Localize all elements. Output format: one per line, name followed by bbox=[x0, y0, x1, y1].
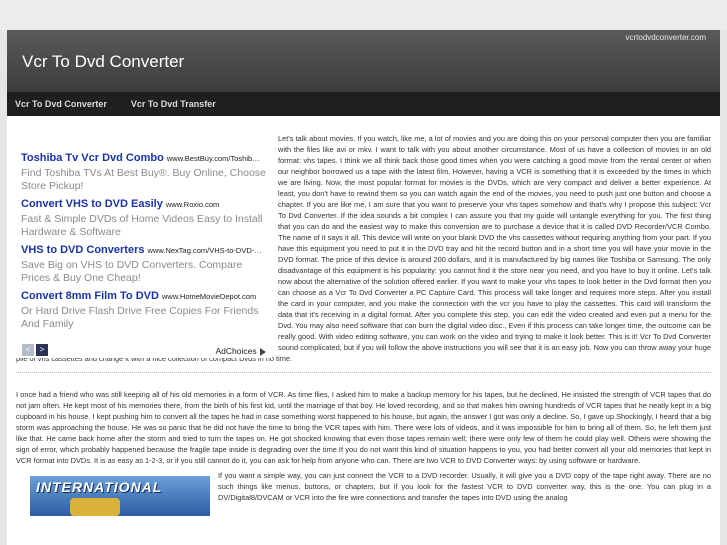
ad-prev-arrow-icon[interactable]: < bbox=[22, 344, 34, 356]
ad-url[interactable]: www.HomeMovieDepot.com bbox=[162, 292, 256, 301]
article-paragraph-2: I once had a friend who was still keepin… bbox=[16, 390, 711, 465]
site-header: vcrtodvdconverter.com Vcr To Dvd Convert… bbox=[7, 30, 720, 92]
top-strip bbox=[0, 0, 727, 30]
ad-title[interactable]: Convert 8mm Film To DVD bbox=[21, 290, 159, 302]
ad-item[interactable]: VHS to DVD Converters www.NexTag.com/VHS… bbox=[16, 238, 272, 284]
ad-url[interactable]: www.NexTag.com/VHS-to-DVD-… bbox=[148, 246, 262, 255]
ad-description: Or Hard Drive Flash Drive Free Copies Fo… bbox=[21, 305, 259, 330]
nav-bar: Vcr To Dvd Converter Vcr To Dvd Transfer bbox=[7, 92, 720, 116]
page-container: vcrtodvdconverter.com Vcr To Dvd Convert… bbox=[7, 30, 720, 545]
ad-block: Toshiba Tv Vcr Dvd Combo www.BestBuy.com… bbox=[16, 146, 272, 358]
image-badge bbox=[70, 498, 120, 516]
divider bbox=[16, 372, 711, 373]
ad-item[interactable]: Toshiba Tv Vcr Dvd Combo www.BestBuy.com… bbox=[16, 146, 272, 192]
adchoices-label[interactable]: AdChoices bbox=[216, 346, 257, 356]
ad-pager: < > bbox=[22, 344, 48, 356]
domain-link[interactable]: vcrtodvdconverter.com bbox=[626, 33, 706, 42]
ad-title[interactable]: Toshiba Tv Vcr Dvd Combo bbox=[21, 152, 164, 164]
ad-description: Find Toshiba TVs At Best Buy®. Buy Onlin… bbox=[21, 167, 266, 192]
ad-description: Save Big on VHS to DVD Converters. Compa… bbox=[21, 259, 243, 284]
ad-url[interactable]: www.Roxio.com bbox=[166, 200, 219, 209]
nav-item-vcr-to-dvd-transfer[interactable]: Vcr To Dvd Transfer bbox=[131, 99, 216, 109]
ad-description: Fast & Simple DVDs of Home Videos Easy t… bbox=[21, 213, 263, 238]
ad-title[interactable]: Convert VHS to DVD Easily bbox=[21, 198, 163, 210]
ad-item[interactable]: Convert 8mm Film To DVD www.HomeMovieDep… bbox=[16, 284, 272, 330]
nav-item-vcr-to-dvd-converter[interactable]: Vcr To Dvd Converter bbox=[15, 99, 107, 109]
ad-url[interactable]: www.BestBuy.com/Toshib… bbox=[167, 154, 260, 163]
ad-next-arrow-icon[interactable]: > bbox=[36, 344, 48, 356]
main-content: Toshiba Tv Vcr Dvd Combo www.BestBuy.com… bbox=[7, 116, 720, 516]
image-banner-text: INTERNATIONAL bbox=[36, 479, 163, 495]
ad-title[interactable]: VHS to DVD Converters bbox=[21, 244, 144, 256]
ad-item[interactable]: Convert VHS to DVD Easily www.Roxio.com … bbox=[16, 192, 272, 238]
adchoices-icon[interactable] bbox=[260, 347, 266, 356]
article-image: INTERNATIONAL bbox=[30, 476, 210, 516]
adchoices-link[interactable]: AdChoices bbox=[216, 346, 266, 356]
site-title[interactable]: Vcr To Dvd Converter bbox=[22, 52, 184, 72]
